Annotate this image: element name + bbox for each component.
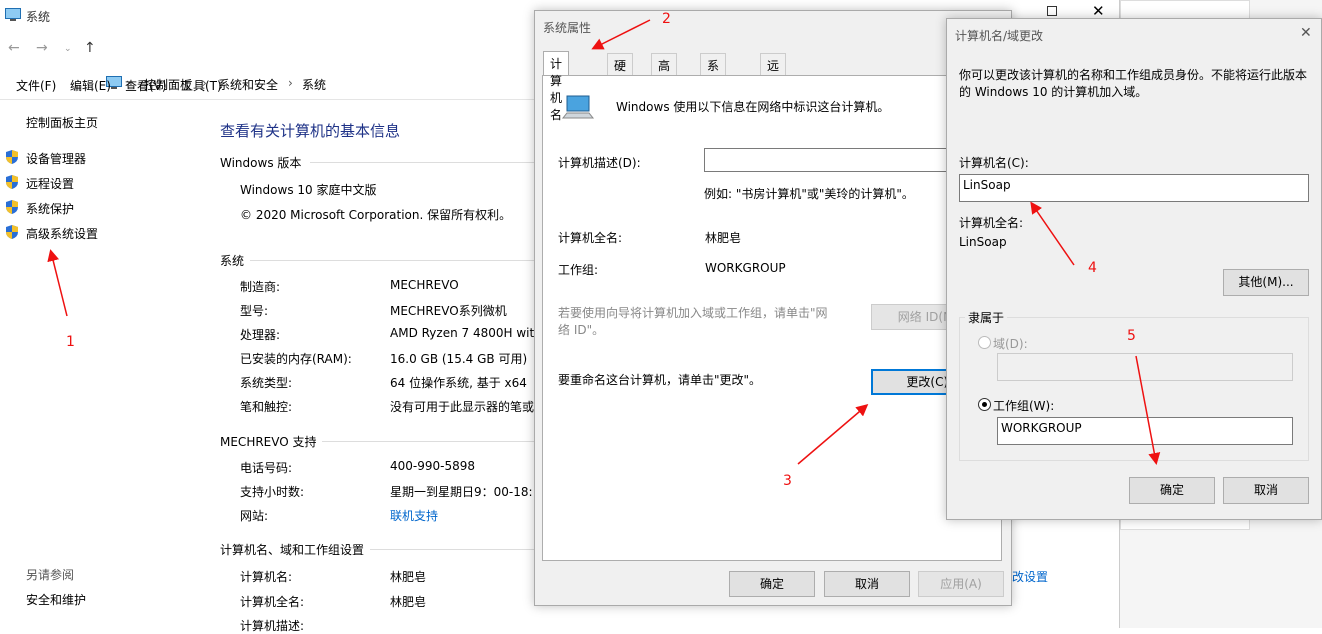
dialog-title: 系统属性 bbox=[543, 21, 592, 35]
shield-icon bbox=[6, 200, 18, 214]
manufacturer-value: MECHREVO bbox=[390, 278, 459, 292]
maximize-icon[interactable] bbox=[1047, 6, 1057, 16]
online-support-link[interactable]: 联机支持 bbox=[390, 507, 438, 524]
dialog2-title: 计算机名/域更改 bbox=[955, 29, 1044, 43]
annotation-1: 1 bbox=[66, 334, 75, 350]
computer-name-input[interactable]: LinSoap bbox=[959, 174, 1309, 202]
nav-remote-settings[interactable]: 远程设置 bbox=[26, 175, 74, 192]
tab-pane: Windows 使用以下信息在网络中标识这台计算机。 计算机描述(D): 例如:… bbox=[542, 75, 1002, 561]
name-change-dialog: 计算机名/域更改 ✕ 你可以更改该计算机的名称和工作组成员身份。不能将运行此版本… bbox=[946, 18, 1322, 520]
processor-label: 处理器: bbox=[240, 328, 281, 342]
tab-remote[interactable]: 远程 bbox=[760, 53, 787, 90]
nav-control-panel-home[interactable]: 控制面板主页 bbox=[26, 114, 98, 131]
workgroup-radio[interactable] bbox=[978, 398, 991, 411]
website-label: 网站: bbox=[240, 509, 269, 523]
cancel-button[interactable]: 取消 bbox=[824, 571, 910, 597]
annotation-5: 5 bbox=[1127, 328, 1136, 344]
nav-device-manager[interactable]: 设备管理器 bbox=[26, 150, 86, 167]
dialog2-cancel-button[interactable]: 取消 bbox=[1223, 477, 1309, 504]
full-name-value: 林肥皂 bbox=[390, 595, 427, 609]
shield-icon bbox=[6, 225, 18, 239]
description-example: 例如: "书房计算机"或"美玲的计算机"。 bbox=[704, 187, 914, 201]
pen-touch-label: 笔和触控: bbox=[240, 400, 293, 414]
phone-value: 400-990-5898 bbox=[390, 459, 476, 473]
tab-hardware[interactable]: 硬件 bbox=[607, 53, 634, 90]
description-label: 计算机描述(D): bbox=[558, 156, 641, 170]
intro-text: Windows 使用以下信息在网络中标识这台计算机。 bbox=[616, 100, 890, 114]
hours-label: 支持小时数: bbox=[240, 485, 305, 499]
windows-edition: Windows 10 家庭中文版 bbox=[240, 183, 377, 197]
up-arrow-icon[interactable]: ↑ bbox=[84, 40, 96, 56]
change-settings-link[interactable]: 改设置 bbox=[1012, 568, 1048, 585]
section-windows-edition: Windows 版本 bbox=[220, 156, 302, 170]
page-title: 查看有关计算机的基本信息 bbox=[220, 122, 401, 140]
tab-advanced[interactable]: 高级 bbox=[651, 53, 678, 90]
chevron-down-icon[interactable]: ⌄ bbox=[64, 44, 72, 54]
dialog2-intro: 你可以更改该计算机的名称和工作组成员身份。不能将运行此版本的 Windows 1… bbox=[959, 68, 1308, 99]
tab-system-protection[interactable]: 系统保护 bbox=[700, 53, 727, 124]
ram-value: 16.0 GB (15.4 GB 可用) bbox=[390, 352, 528, 366]
menu-edit[interactable]: 编辑(E) bbox=[70, 77, 111, 94]
system-icon bbox=[5, 8, 21, 21]
nav-system-protection[interactable]: 系统保护 bbox=[26, 200, 74, 217]
domain-input[interactable] bbox=[997, 353, 1293, 381]
phone-label: 电话号码: bbox=[240, 461, 293, 475]
fullname-value: 林肥皂 bbox=[705, 231, 742, 245]
window-title: 系统 bbox=[26, 10, 51, 24]
domain-radio[interactable] bbox=[978, 336, 991, 349]
forward-arrow-icon[interactable]: → bbox=[36, 40, 48, 56]
computer-icon bbox=[561, 95, 595, 119]
apply-button[interactable]: 应用(A) bbox=[918, 571, 1004, 597]
dialog2-fullname-value: LinSoap bbox=[959, 235, 1007, 249]
close-icon[interactable]: ✕ bbox=[1300, 25, 1312, 41]
menu-file[interactable]: 文件(F) bbox=[16, 77, 56, 94]
section-system: 系统 bbox=[220, 254, 245, 268]
workgroup-value: WORKGROUP bbox=[705, 261, 786, 275]
processor-value: AMD Ryzen 7 4800H with bbox=[390, 326, 542, 340]
annotation-4: 4 bbox=[1088, 260, 1097, 276]
hours-value: 星期一到星期日9：00-18: bbox=[390, 485, 533, 499]
menu-tools[interactable]: 工具(T) bbox=[181, 77, 222, 94]
computer-name-label: 计算机名: bbox=[240, 570, 293, 584]
back-arrow-icon[interactable]: ← bbox=[8, 40, 20, 56]
manufacturer-label: 制造商: bbox=[240, 280, 281, 294]
model-label: 型号: bbox=[240, 304, 269, 318]
shield-icon bbox=[6, 150, 18, 164]
nav-advanced-settings[interactable]: 高级系统设置 bbox=[26, 225, 98, 242]
see-also-label: 另请参阅 bbox=[26, 568, 75, 582]
system-type-label: 系统类型: bbox=[240, 376, 293, 390]
copyright: © 2020 Microsoft Corporation. 保留所有权利。 bbox=[240, 208, 512, 222]
description-label: 计算机描述: bbox=[240, 619, 305, 633]
wizard-text: 若要使用向导将计算机加入域或工作组，请单击"网络 ID"。 bbox=[558, 306, 828, 337]
system-type-value: 64 位操作系统, 基于 x64 bbox=[390, 376, 527, 390]
annotation-2: 2 bbox=[662, 11, 671, 27]
tab-computer-name[interactable]: 计算机名 bbox=[543, 51, 570, 122]
section-support: MECHREVO 支持 bbox=[220, 435, 317, 449]
fullname-label: 计算机全名: bbox=[558, 231, 623, 245]
workgroup-label: 工作组: bbox=[558, 263, 599, 277]
dialog2-fullname-label: 计算机全名: bbox=[959, 216, 1024, 230]
pen-touch-value: 没有可用于此显示器的笔或 bbox=[390, 400, 535, 414]
shield-icon bbox=[6, 175, 18, 189]
workgroup-input[interactable]: WORKGROUP bbox=[997, 417, 1293, 445]
full-name-label: 计算机全名: bbox=[240, 595, 305, 609]
ram-label: 已安装的内存(RAM): bbox=[240, 352, 352, 366]
dialog2-ok-button[interactable]: 确定 bbox=[1129, 477, 1215, 504]
menu-view[interactable]: 查看(V) bbox=[125, 77, 167, 94]
annotation-3: 3 bbox=[783, 473, 792, 489]
workgroup-radio-label: 工作组(W): bbox=[993, 399, 1055, 413]
member-of-label: 隶属于 bbox=[965, 309, 1008, 326]
computer-name-value: 林肥皂 bbox=[390, 570, 427, 584]
domain-label: 域(D): bbox=[993, 337, 1028, 351]
ok-button[interactable]: 确定 bbox=[729, 571, 815, 597]
model-value: MECHREVO系列微机 bbox=[390, 304, 507, 318]
more-button[interactable]: 其他(M)... bbox=[1223, 269, 1309, 296]
nav-security-maintenance[interactable]: 安全和维护 bbox=[26, 591, 86, 608]
name-label: 计算机名(C): bbox=[959, 156, 1029, 170]
rename-text: 要重命名这台计算机，请单击"更改"。 bbox=[558, 373, 762, 387]
section-computer-name: 计算机名、域和工作组设置 bbox=[220, 543, 365, 557]
system-properties-dialog: 系统属性 计算机名 硬件 高级 系统保护 远程 Windows 使用以下信息在网… bbox=[534, 10, 1012, 606]
